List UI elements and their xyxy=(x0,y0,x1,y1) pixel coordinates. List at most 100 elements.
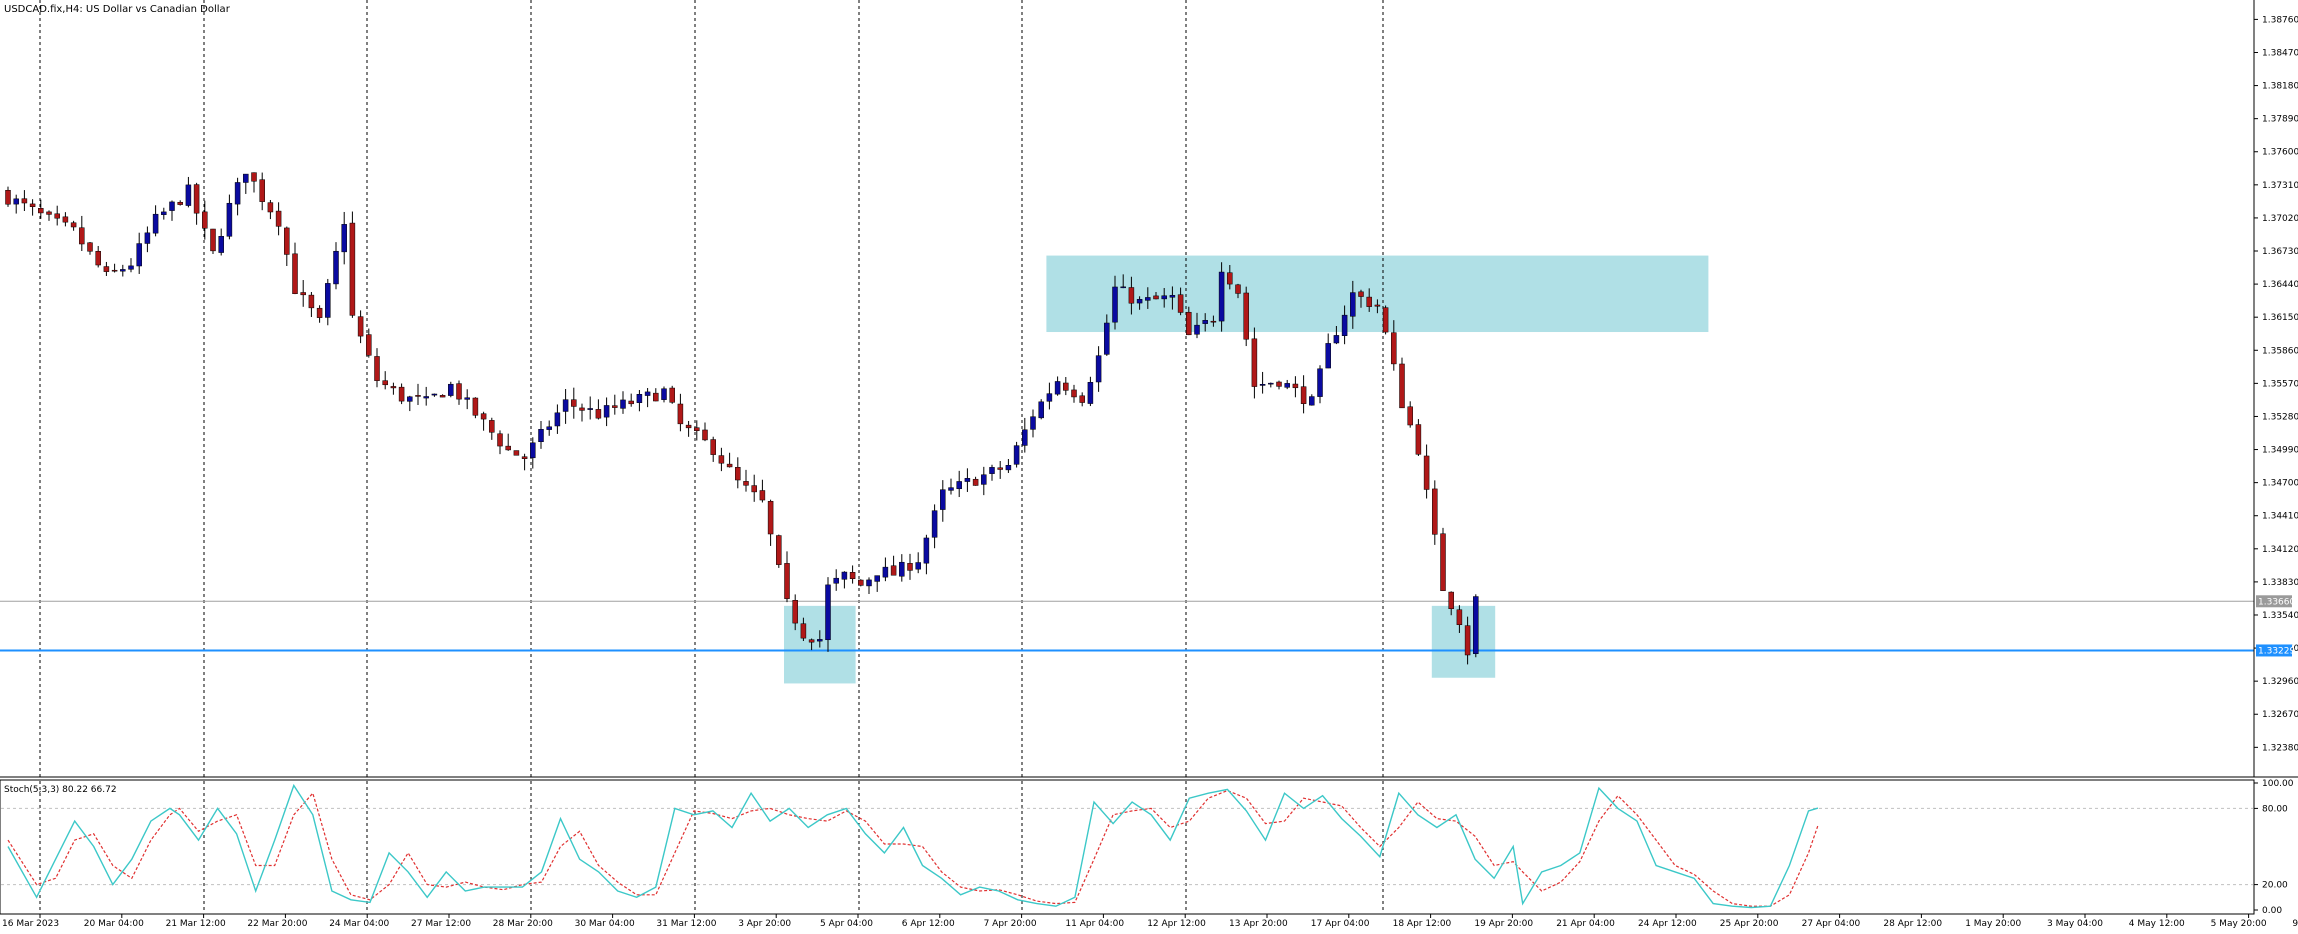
candle-body-bear xyxy=(784,563,790,599)
candle-body-bull xyxy=(1104,322,1110,355)
candle-body-bear xyxy=(1382,307,1389,333)
candle-body-bull xyxy=(136,243,142,267)
candle-body-bear xyxy=(275,210,282,227)
candle[interactable] xyxy=(513,450,520,456)
candle-body-bull xyxy=(644,391,651,396)
candle-body-bear xyxy=(398,386,405,402)
price-tick-label: 1.37890 xyxy=(2262,115,2298,125)
candle[interactable] xyxy=(472,397,479,419)
chart-window[interactable]: 1.38760 1.38470 1.38180 1.37890 1.37600 1.373… xyxy=(0,0,2298,930)
time-tick-label: 21 Mar 12:00 xyxy=(166,919,226,929)
candle-body-bear xyxy=(29,203,36,207)
candle-body-bear xyxy=(1186,311,1192,336)
candle-body-bear xyxy=(702,429,708,441)
candle-body-bear xyxy=(1251,338,1258,387)
candle[interactable] xyxy=(776,534,782,568)
candle-body-bear xyxy=(46,211,52,215)
candle[interactable] xyxy=(1218,262,1225,332)
candle-body-bear xyxy=(521,456,528,459)
candle[interactable] xyxy=(669,385,675,404)
candle-body-bull xyxy=(989,467,995,474)
candle-body-bear xyxy=(202,211,208,229)
candle-body-bull xyxy=(1333,335,1340,344)
candle-body-bear xyxy=(1440,533,1446,591)
candle-body-bear xyxy=(439,395,446,398)
candle[interactable] xyxy=(1243,286,1249,347)
price-tick-label: 1.37020 xyxy=(2262,214,2298,224)
candle-body-bull xyxy=(923,537,930,564)
candle-body-bear xyxy=(1071,389,1077,398)
candle[interactable] xyxy=(1399,357,1405,409)
candle[interactable] xyxy=(1440,527,1446,591)
candle-body-bull xyxy=(407,396,413,402)
candle-body-bear xyxy=(751,485,757,493)
candle-body-bull xyxy=(546,426,552,430)
candle-body-bear xyxy=(1456,609,1463,626)
candle-body-bear xyxy=(1063,382,1069,391)
support-price-tag: 1.33229 xyxy=(2256,644,2295,657)
candle[interactable] xyxy=(1382,305,1389,335)
candle-body-bear xyxy=(1300,386,1307,404)
candle-body-bull xyxy=(956,481,962,490)
candle-body-bull xyxy=(1013,445,1020,465)
candle-body-bear xyxy=(972,478,979,486)
candle-body-bull xyxy=(423,396,429,399)
candle-body-bull xyxy=(841,571,848,580)
candle[interactable] xyxy=(349,211,356,318)
candle-body-bear xyxy=(54,213,60,219)
time-tick-label: 6 Apr 12:00 xyxy=(902,919,955,929)
candle-body-bear xyxy=(767,500,774,535)
candle-body-bull xyxy=(899,561,905,577)
candle[interactable] xyxy=(210,228,216,254)
candle-body-bear xyxy=(103,266,110,272)
stoch-tick-label: 100.00 xyxy=(2262,779,2294,789)
chart-canvas[interactable]: 1.38760 1.38470 1.38180 1.37890 1.37600 1.373… xyxy=(0,0,2298,930)
candle-body-bear xyxy=(1423,455,1430,490)
candle-body-bull xyxy=(1161,295,1167,300)
price-tick-label: 1.36440 xyxy=(2262,280,2298,290)
price-tick-label: 1.38180 xyxy=(2262,82,2298,92)
candle-body-bull xyxy=(218,236,224,253)
candle-body-bear xyxy=(677,403,684,425)
candle-body-bull xyxy=(185,184,192,206)
candle-body-bear xyxy=(792,600,798,624)
candle-body-bear xyxy=(382,380,388,386)
candle-body-bear xyxy=(5,189,11,205)
candle[interactable] xyxy=(1038,399,1044,420)
candle-body-bear xyxy=(997,467,1003,470)
time-tick-label: 16 Mar 2023 xyxy=(2,919,59,929)
zone-rect-2 xyxy=(1431,605,1496,678)
candle[interactable] xyxy=(1013,441,1020,468)
candle[interactable] xyxy=(1473,594,1479,658)
candle-body-bear xyxy=(571,399,577,407)
candle-body-bear xyxy=(1366,296,1372,307)
candle-body-bull xyxy=(226,202,233,237)
candle-body-bull xyxy=(1095,355,1102,383)
candle-body-bear xyxy=(95,251,101,266)
candle-body-bull xyxy=(13,198,19,205)
time-tick-label: 24 Mar 04:00 xyxy=(329,919,389,929)
candle-body-bear xyxy=(849,572,856,579)
candle[interactable] xyxy=(858,579,864,587)
price-tick-label: 1.35860 xyxy=(2262,346,2298,356)
candle-body-bull xyxy=(1259,384,1266,386)
time-tick-label: 5 May 20:00 xyxy=(2211,919,2267,929)
candle[interactable] xyxy=(448,381,454,398)
time-tick-label: 21 Apr 04:00 xyxy=(1556,919,1615,929)
candle-body-bear xyxy=(1391,332,1397,365)
candle[interactable] xyxy=(1415,419,1422,456)
price-tick-label: 1.38470 xyxy=(2262,48,2298,58)
candle-body-bear xyxy=(1128,287,1135,304)
candle-body-bear xyxy=(1407,406,1413,426)
candle-body-bull xyxy=(1145,297,1151,301)
candle-body-bear xyxy=(1177,294,1184,313)
price-tick-label: 1.35570 xyxy=(2262,379,2298,389)
time-tick-label: 3 Apr 20:00 xyxy=(738,919,791,929)
candle-body-bull xyxy=(964,478,971,482)
candle-body-bull xyxy=(1268,382,1274,385)
candle-body-bear xyxy=(390,386,397,389)
candle-body-bear xyxy=(21,198,28,204)
price-tick-label: 1.37600 xyxy=(2262,148,2298,158)
candle-body-bear xyxy=(595,409,602,419)
price-tick-label: 1.36730 xyxy=(2262,247,2298,257)
